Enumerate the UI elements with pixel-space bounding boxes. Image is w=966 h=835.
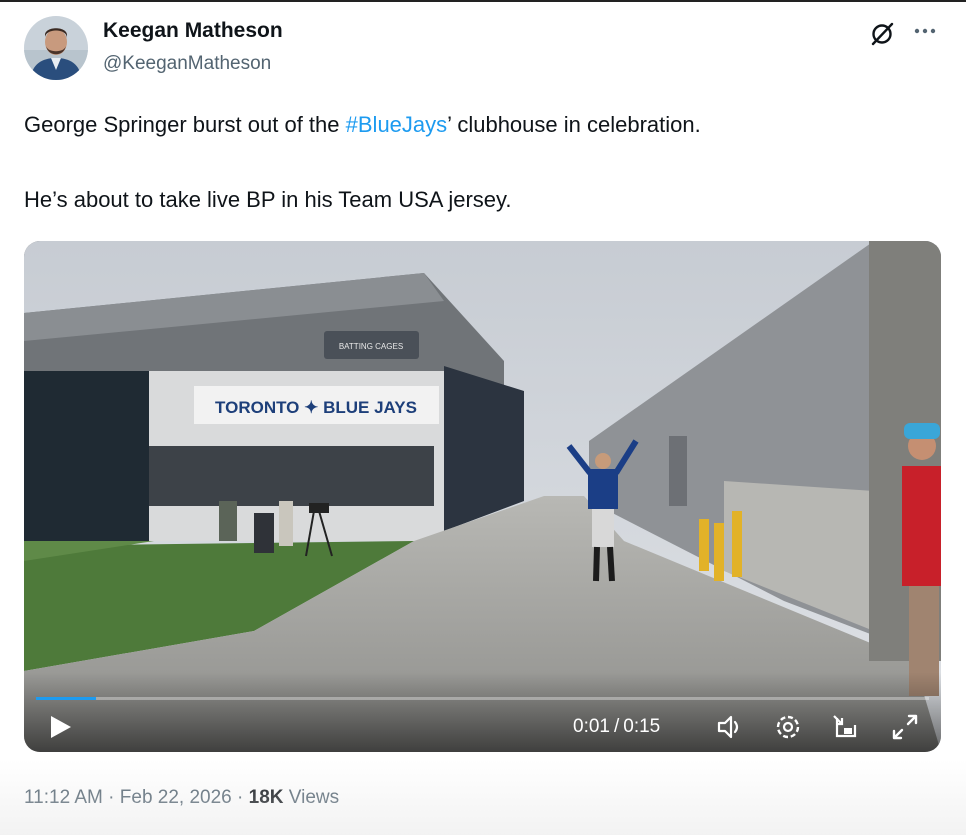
fullscreen-icon[interactable] [890, 712, 920, 742]
time-separator: / [613, 716, 620, 737]
tweet-meta: 11:12 AM · Feb 22, 2026 · 18K Views [24, 787, 339, 809]
video-controls: 0:01/0:15 [24, 672, 941, 752]
video-player[interactable]: TORONTO ✦ BLUE JAYS BATTING CAGES 0:01 /… [24, 241, 941, 752]
author-handle[interactable]: @KeeganMatheson [103, 53, 271, 75]
more-options-icon[interactable] [910, 20, 940, 42]
tweet-text-segment: ’ clubhouse in celebration. [447, 112, 701, 137]
tweet-text-line2: He’s about to take live BP in his Team U… [24, 187, 512, 212]
tweet-text-line1: George Springer burst out of the #BlueJa… [24, 112, 701, 138]
author-display-name[interactable]: Keegan Matheson [103, 19, 283, 43]
picture-in-picture-icon[interactable] [830, 712, 860, 742]
avatar[interactable] [24, 16, 88, 80]
views-label: Views [288, 787, 340, 808]
play-icon[interactable] [46, 713, 74, 741]
grok-icon[interactable] [868, 20, 896, 48]
meta-separator: · [108, 787, 115, 808]
person-avatar-icon [24, 16, 88, 80]
building-sign: TORONTO ✦ BLUE JAYS [215, 398, 417, 417]
video-time: 0:01/0:15 [573, 716, 660, 738]
tweet-text-segment: George Springer burst out of the [24, 112, 346, 137]
volume-icon[interactable] [714, 712, 744, 742]
top-border [0, 0, 966, 2]
current-time: 0:01 [573, 716, 610, 737]
meta-separator: · [237, 787, 244, 808]
hashtag-link[interactable]: #BlueJays [346, 112, 448, 137]
tweet-time[interactable]: 11:12 AM [24, 787, 103, 808]
duration: 0:15 [623, 716, 661, 737]
views-count: 18K [248, 787, 284, 808]
roof-sign: BATTING CAGES [339, 342, 403, 351]
progress-fill [36, 697, 96, 700]
settings-icon[interactable] [773, 712, 803, 742]
tweet-date[interactable]: Feb 22, 2026 [120, 787, 232, 808]
progress-bar[interactable] [36, 697, 929, 700]
